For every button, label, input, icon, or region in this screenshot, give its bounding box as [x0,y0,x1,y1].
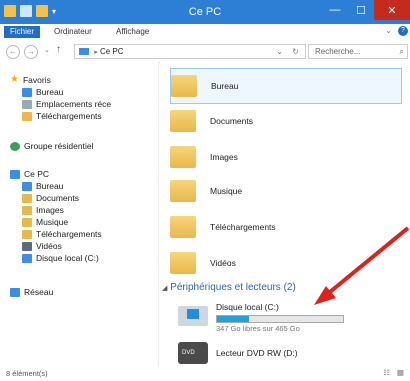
item-count: 8 élément(s) [6,369,48,378]
large-icons-view-icon[interactable]: ▦ [397,368,404,377]
status-bar: 8 élément(s) ☷ ▦ [0,367,410,381]
annotation-arrow [314,226,410,305]
details-view-icon[interactable]: ☷ [383,368,390,377]
